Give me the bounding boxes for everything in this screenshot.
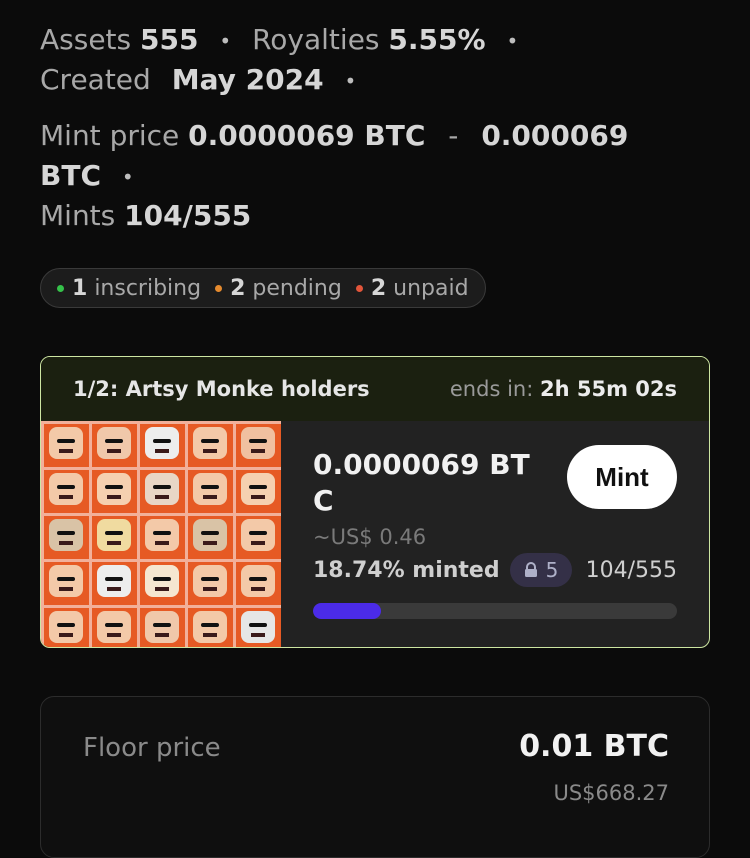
meta-line-mint-price: Mint price 0.0000069 BTC - 0.000069 [40,116,628,156]
phase-title: 1/2: Artsy Monke holders [73,377,370,401]
monke-face-icon [145,473,179,505]
monke-face-icon [49,611,83,643]
mint-price-label: Mint price [40,119,180,152]
status-pending: 2 pending [215,276,342,301]
floor-price-label: Floor price [83,733,221,763]
monke-face-icon [241,611,275,643]
separator: • [506,29,519,53]
monke-face-icon [193,427,227,459]
mints-label: Mints [40,199,116,232]
inscribing-count: 1 [72,275,88,301]
monke-face-icon [97,611,131,643]
monke-face-icon [193,473,227,505]
monke-face-icon [145,611,179,643]
collection-thumbnail [41,421,281,647]
phase-usd: ~US$ 0.46 [313,525,427,549]
monke-face-icon [49,473,83,505]
assets-label: Assets [40,23,132,56]
meta-line-created: Created May 2024 • [40,60,368,101]
mint-button[interactable]: Mint [567,445,677,509]
monke-face-icon [193,611,227,643]
phase-price: 0.0000069 BTC [313,448,530,517]
separator: • [121,165,134,189]
pending-count: 2 [230,275,246,301]
mint-phase-card: 1/2: Artsy Monke holders ends in: 2h 55m… [40,356,710,648]
pending-label: pending [252,275,342,301]
unpaid-count: 2 [370,275,387,301]
monke-face-icon [97,473,131,505]
phase-info: 0.0000069 BTC ~US$ 0.46 Mint 18.74% mint… [281,421,709,647]
mint-price-max-unit: BTC [40,159,101,192]
inscribing-dot-icon [57,285,64,292]
unpaid-dot-icon [355,285,363,292]
monke-face-icon [97,519,131,551]
floor-price-usd: US$668.27 [553,781,669,805]
floor-price-value: 0.01 BTC [519,729,669,764]
lock-badge: 5 [509,553,573,587]
assets-value: 555 [140,23,199,56]
monke-face-icon [97,565,131,597]
separator: • [219,29,232,53]
minted-percent: 18.74% minted [313,557,500,583]
mints-value: 104/555 [124,199,252,232]
status-inscribing: 1 inscribing [57,276,201,301]
monke-face-icon [193,565,227,597]
ends-value: 2h 55m 02s [539,377,677,401]
monke-face-icon [145,427,179,459]
mint-price-max: 0.000069 [481,119,629,152]
status-unpaid: 2 unpaid [355,275,469,301]
monke-face-icon [97,427,131,459]
status-pill: 1 inscribing 2 pending 2 unpaid [40,268,486,308]
inscribing-label: inscribing [94,275,202,301]
phase-body: 0.0000069 BTC ~US$ 0.46 Mint 18.74% mint… [41,421,709,647]
monke-face-icon [145,565,179,597]
meta-line-assets: Assets 555 • Royalties 5.55% • [40,20,530,61]
phase-countdown: ends in: 2h 55m 02s [450,377,677,401]
separator: • [344,69,357,93]
lock-icon [524,562,537,577]
unpaid-label: unpaid [393,275,469,301]
pending-dot-icon [215,285,223,292]
monke-face-icon [49,519,83,551]
lock-count: 5 [545,558,559,582]
created-value: May 2024 [171,63,324,96]
mint-stats: 18.74% minted 5 104/555 [313,553,677,587]
phase-header: 1/2: Artsy Monke holders ends in: 2h 55m… [41,357,709,421]
ends-label: ends in: [449,377,534,401]
mint-price-min: 0.0000069 BTC [188,119,426,152]
mint-progress-bar [313,603,677,619]
mint-progress-fill [313,603,382,619]
monke-face-icon [145,519,179,551]
monke-face-icon [241,473,275,505]
monke-face-icon [241,427,275,459]
monke-face-icon [241,565,275,597]
created-label: Created [40,63,151,96]
meta-line-mint-price-cont: BTC • [40,156,146,197]
monke-face-icon [49,427,83,459]
monke-face-icon [49,565,83,597]
monke-face-icon [241,519,275,551]
collection-details: Assets 555 • Royalties 5.55% • Created M… [0,0,750,858]
royalties-value: 5.55% [388,23,486,56]
price-range-dash: - [448,119,459,152]
mint-count: 104/555 [585,557,677,583]
floor-price-card: Floor price 0.01 BTC US$668.27 [40,696,710,858]
monke-face-icon [193,519,227,551]
royalties-label: Royalties [252,23,380,56]
meta-line-mints: Mints 104/555 [40,196,251,236]
